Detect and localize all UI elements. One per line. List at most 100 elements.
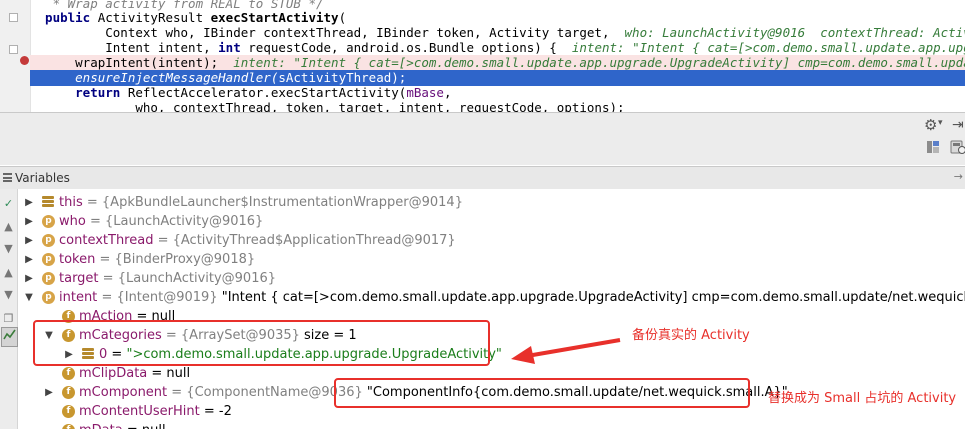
expand-arrow-icon[interactable]: ▶ [23,269,35,288]
expand-arrow-icon[interactable]: ▶ [43,383,55,402]
variable-value: = null [127,423,166,429]
variable-row[interactable]: ▶ p token = {BinderProxy@9018} [18,250,965,269]
variables-header: Variables → [0,166,965,190]
panel-title: Variables [15,171,70,185]
variable-row[interactable]: ▶ this = {ApkBundleLauncher$Instrumentati… [18,193,965,212]
variable-text: this = {ApkBundleLauncher$Instrumentatio… [59,193,463,212]
annotation-box-categories [33,320,490,366]
variable-name: mData [79,423,123,429]
expand-arrow-icon[interactable]: ▶ [23,212,35,231]
code-token: who, contextThread, token, target, inten… [30,100,625,112]
expand-icon[interactable]: ▲ [1,265,16,280]
variable-row[interactable]: ▶ p contextThread = {ActivityThread$Applic… [18,231,965,250]
variable-name: this [59,195,83,210]
variable-value: = -2 [203,404,232,419]
variable-name: token [59,252,96,267]
code-token: public [30,10,98,25]
copy-icon[interactable]: ❐ [1,311,16,326]
variable-value: = {Intent@9019} [101,290,218,305]
variable-value: = {LaunchActivity@9016} [102,271,277,286]
code-token: ); [391,70,407,85]
debug-toolbar [0,112,965,165]
hide-panel-icon[interactable]: ⇥ [952,117,965,133]
field-icon: f [62,405,75,418]
variable-value: = null [151,366,191,381]
menu-icon[interactable] [3,173,12,182]
variable-text: who = {LaunchActivity@9016} [59,212,263,231]
parameter-icon: p [42,215,55,228]
variable-row[interactable]: fmData = null [18,421,965,429]
field-icon: f [62,386,75,399]
variable-value: = {LaunchActivity@9016} [89,214,264,229]
code-token: , [443,85,452,100]
code-token: execStartActivity [210,10,339,25]
code-token: ActivityResult [97,10,211,25]
parameter-icon: p [42,272,55,285]
up-arrow-icon[interactable]: ▲ [1,219,16,234]
field-icon: f [62,424,75,429]
variable-text: token = {BinderProxy@9018} [59,250,255,269]
code-token: mBase [406,85,444,100]
editor-gutter[interactable] [0,0,31,112]
panel-pin-icon[interactable]: → [954,170,963,183]
variable-row[interactable]: ▼ p intent = {Intent@9019} "Intent { cat=[… [18,288,965,307]
collapse-icon[interactable]: ▼ [1,287,16,302]
variable-text: mData = null [79,421,166,429]
fold-marker-icon[interactable] [9,13,18,22]
down-arrow-icon[interactable]: ▼ [1,241,16,256]
variable-name: contextThread [59,233,154,248]
variable-row[interactable]: ▶ p who = {LaunchActivity@9016} [18,212,965,231]
variable-row[interactable]: ▶ p target = {LaunchActivity@9016} [18,269,965,288]
code-line[interactable]: wrapIntent(intent); intent: "Intent { ca… [30,55,965,71]
annotation-note-replace: 替换成为 Small 占坑的 Activity [768,391,957,406]
code-token: Context who, IBinder contextThread, IBin… [30,25,625,40]
code-token: ( [338,10,347,25]
parameter-icon: p [42,253,55,266]
code-token: wrapIntent(intent); [30,55,234,70]
collapse-arrow-icon[interactable]: ▼ [23,288,35,307]
breakpoint-icon[interactable] [20,56,29,65]
variable-value: = {ActivityThread$ApplicationThread@9017… [157,233,456,248]
current-execution-line[interactable]: ensureInjectMessageHandler(sActivityThre… [30,70,965,86]
variable-text: mClipData = null [79,364,190,383]
object-list-icon [42,196,54,209]
fold-marker-icon[interactable] [9,45,18,54]
evaluate-expression-icon[interactable] [950,139,965,155]
code-token: int [218,40,249,55]
variable-name: who [59,214,86,229]
expand-arrow-icon[interactable]: ▶ [23,250,35,269]
code-line[interactable]: Context who, IBinder contextThread, IBin… [30,25,965,41]
code-token: ensureInjectMessageHandler( [30,70,279,85]
code-token: return [30,85,128,100]
expand-arrow-icon[interactable]: ▶ [23,231,35,250]
code-line[interactable]: Intent intent, int requestCode, android.… [30,40,965,56]
variable-name: target [59,271,99,286]
variable-name: intent [59,290,98,305]
annotation-arrow [511,338,621,364]
variable-extra: "Intent { cat=[>com.demo.small.update.ap… [217,290,965,305]
expand-arrow-icon[interactable]: ▶ [23,193,35,212]
variable-text: contextThread = {ActivityThread$Applicat… [59,231,456,250]
inline-debug-value: intent: "Intent { cat=[>com.demo.small.u… [233,55,965,70]
restore-layout-icon[interactable] [925,139,941,155]
code-editor[interactable]: * Wrap activity from REAL to STUB */ pub… [0,0,965,112]
code-token: ReflectAccelerator. [127,85,271,100]
variable-text: intent = {Intent@9019} "Intent { cat=[>c… [59,288,965,307]
annotation-note-backup: 备份真实的 Activity [632,328,750,343]
code-token: requestCode, android.os.Bundle options) … [248,40,572,55]
code-line[interactable]: who, contextThread, token, target, inten… [30,100,965,112]
add-watch-icon[interactable]: ✓ [1,196,16,211]
code-line[interactable]: public ActivityResult execStartActivity( [30,10,965,26]
variable-text: target = {LaunchActivity@9016} [59,269,276,288]
inline-debug-value: intent: "Intent { cat=[>com.demo.small.u… [571,40,965,55]
variable-name: mComponent [79,385,168,400]
code-token: Intent intent, [30,40,219,55]
watches-toggle-icon[interactable] [1,327,18,347]
variable-text: mContentUserHint = -2 [79,402,232,421]
variable-value: = {ApkBundleLauncher$InstrumentationWrap… [86,195,463,210]
parameter-icon: p [42,234,55,247]
parameter-icon: p [42,291,55,304]
variable-value: = {BinderProxy@9018} [99,252,256,267]
code-line[interactable]: return ReflectAccelerator.execStartActiv… [30,85,965,101]
variable-name: mClipData [79,366,148,381]
